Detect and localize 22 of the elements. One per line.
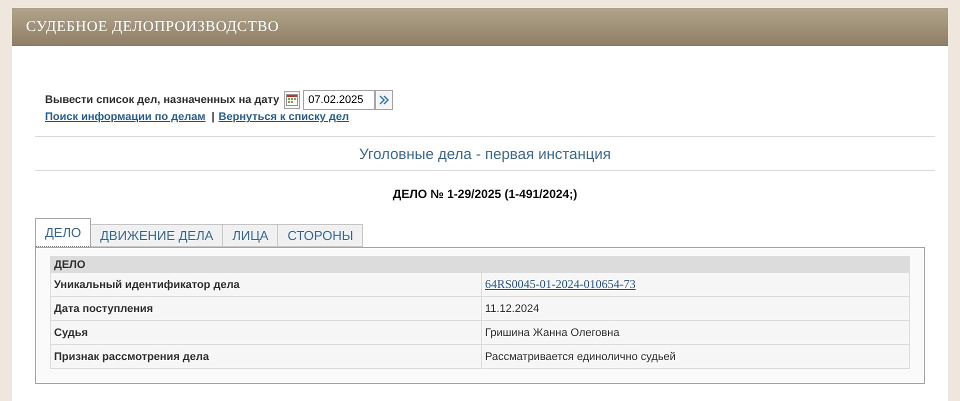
table-cell: Рассматривается единолично судьей (482, 344, 910, 368)
tab[interactable]: СТОРОНЫ (278, 224, 364, 247)
double-chevron-icon[interactable] (375, 90, 394, 110)
table-heading: ДЕЛО (50, 256, 910, 272)
page-title: СУДЕБНОЕ ДЕЛОПРОИЗВОДСТВО (26, 18, 280, 36)
date-input[interactable]: 07.02.2025 (303, 90, 376, 110)
nav-link[interactable]: Вернуться к списку дел (218, 111, 349, 123)
link-separator: | (211, 111, 215, 123)
table-cell: Судья (50, 320, 482, 344)
table-cell: Уникальный идентификатор дела (50, 272, 482, 296)
table-cell: Гришина Жанна Олеговна (482, 320, 910, 344)
date-filter-label: Вывести список дел, назначенных на дату (45, 94, 280, 106)
section-title: Уголовные дела - первая инстанция (35, 136, 935, 171)
calendar-icon[interactable] (284, 91, 300, 109)
nav-link[interactable]: Поиск информации по делам (45, 111, 206, 123)
tab[interactable]: ДВИЖЕНИЕ ДЕЛА (91, 224, 224, 247)
tab[interactable]: ДЕЛО (35, 218, 92, 247)
table-cell: Признак рассмотрения дела (50, 344, 482, 368)
tab[interactable]: ЛИЦА (223, 224, 278, 247)
table-cell: Дата поступления (50, 296, 482, 320)
case-number: ДЕЛО № 1-29/2025 (1-491/2024;) (392, 187, 578, 201)
table-cell: 11.12.2024 (482, 296, 910, 320)
